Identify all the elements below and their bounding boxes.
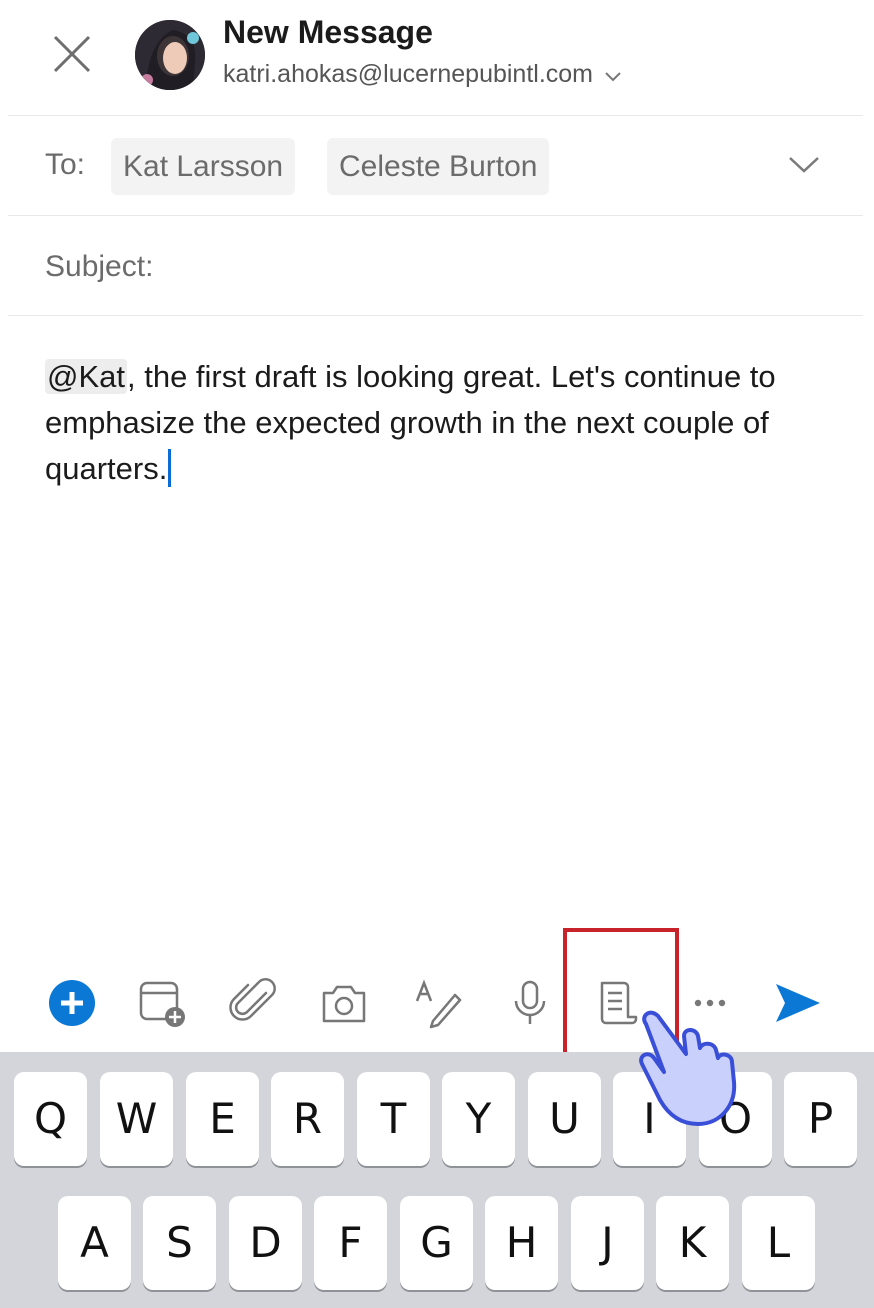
key-s[interactable]: S [143,1196,216,1290]
highlight-box [563,928,679,1058]
expand-recipients-button[interactable] [786,152,822,178]
send-button[interactable] [772,977,824,1029]
key-d[interactable]: D [229,1196,302,1290]
more-icon [694,999,726,1007]
to-field[interactable]: To: Kat Larsson Celeste Burton [8,116,863,216]
key-q[interactable]: Q [14,1072,87,1166]
key-r[interactable]: R [271,1072,344,1166]
key-l[interactable]: L [742,1196,815,1290]
recipient-chip[interactable]: Celeste Burton [327,138,550,195]
page-title: New Message [223,14,433,50]
key-j[interactable]: J [571,1196,644,1290]
draw-icon [415,979,462,1029]
message-text: , the first draft is looking great. Let'… [45,359,776,486]
more-button[interactable] [686,977,738,1029]
add-icon [49,980,95,1026]
key-w[interactable]: W [100,1072,173,1166]
key-g[interactable]: G [400,1196,473,1290]
text-caret [168,449,172,487]
attach-button[interactable] [228,977,280,1029]
key-a[interactable]: A [58,1196,131,1290]
chevron-down-icon [604,61,622,90]
compose-header: New Message katri.ahokas@lucernepubintl.… [8,0,863,116]
close-button[interactable] [48,30,96,78]
subject-field[interactable]: Subject: [8,216,863,316]
key-o[interactable]: O [699,1072,772,1166]
key-h[interactable]: H [485,1196,558,1290]
calendar-add-icon [139,981,185,1027]
close-icon [53,35,91,73]
key-f[interactable]: F [314,1196,387,1290]
key-p[interactable]: P [784,1072,857,1166]
format-button[interactable] [411,977,463,1029]
dictation-button[interactable] [504,977,556,1029]
message-body[interactable]: @Kat, the first draft is looking great. … [45,354,845,492]
add-button[interactable] [46,977,98,1029]
send-icon [776,984,820,1022]
camera-icon [322,985,366,1023]
calendar-button[interactable] [136,977,188,1029]
chevron-down-icon [789,157,819,173]
to-label: To: [45,148,86,181]
key-e[interactable]: E [186,1072,259,1166]
avatar[interactable] [135,20,205,90]
account-selector[interactable]: katri.ahokas@lucernepubintl.com [223,60,622,90]
key-k[interactable]: K [656,1196,729,1290]
mention-chip[interactable]: @Kat [45,359,127,394]
key-t[interactable]: T [357,1072,430,1166]
key-u[interactable]: U [528,1072,601,1166]
microphone-icon [514,980,546,1024]
camera-button[interactable] [318,977,370,1029]
compose-toolbar [8,955,863,1051]
subject-label: Subject: [45,250,154,283]
key-y[interactable]: Y [442,1072,515,1166]
account-email: katri.ahokas@lucernepubintl.com [223,60,594,88]
recipient-chip[interactable]: Kat Larsson [111,138,296,195]
key-i[interactable]: I [613,1072,686,1166]
attach-icon [229,978,276,1021]
on-screen-keyboard: Q W E R T Y U I O P A S D F G H J K L [0,1052,874,1308]
avatar-photo-icon [135,20,205,90]
